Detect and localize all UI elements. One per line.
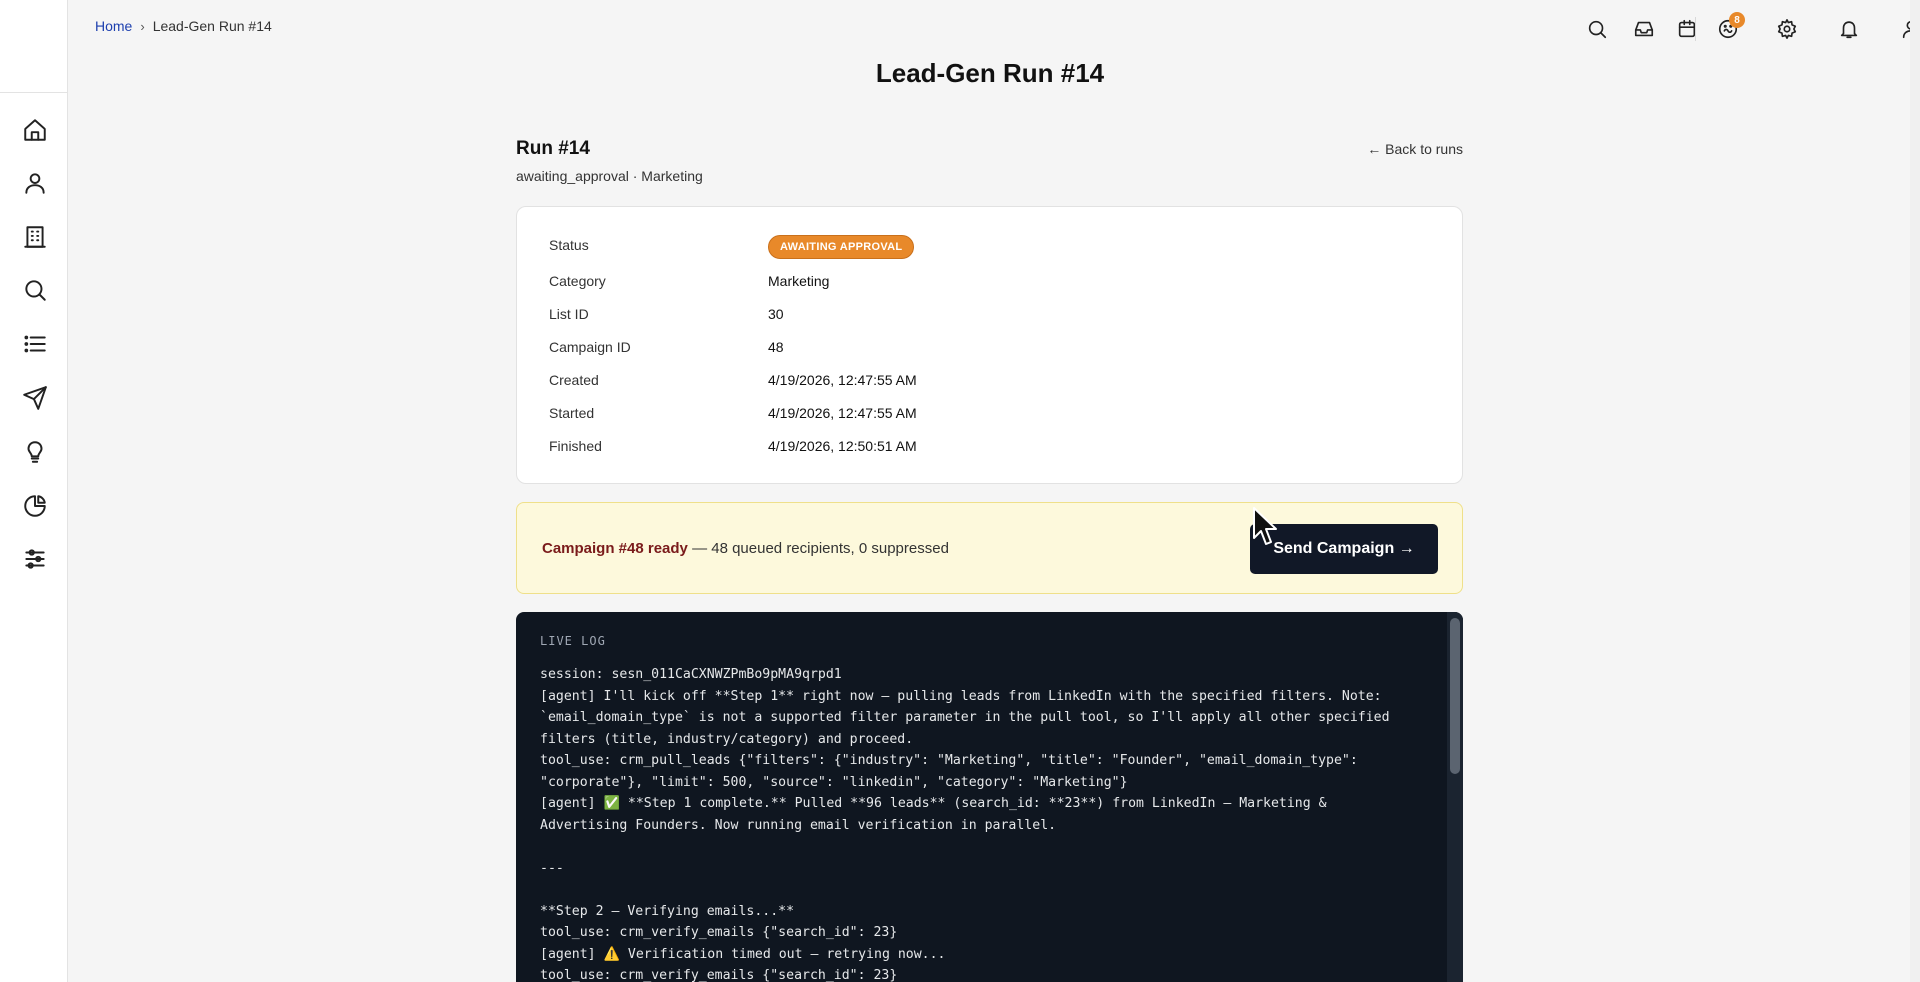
sidebar-item-settings[interactable] [20, 544, 50, 574]
detail-label: Started [549, 405, 595, 421]
sidebar-item-search[interactable] [20, 275, 50, 305]
sidebar-divider [0, 92, 68, 93]
detail-value: 30 [768, 306, 784, 322]
pie-chart-icon [24, 495, 46, 517]
detail-label: Campaign ID [549, 339, 631, 355]
breadcrumb-separator: › [140, 18, 145, 34]
status-label: Status [549, 237, 589, 253]
live-log-heading: LIVE LOG [540, 634, 606, 648]
banner-campaign-name: Campaign #48 ready [542, 540, 688, 557]
lightbulb-icon [27, 441, 43, 463]
detail-value: 4/19/2026, 12:47:55 AM [768, 372, 917, 388]
run-subtitle: awaiting_approval · Marketing [516, 168, 703, 184]
detail-value: 48 [768, 339, 784, 355]
live-log-panel: LIVE LOG session: sesn_011CaCXNWZPmBo9pM… [516, 612, 1463, 982]
bell-icon [1840, 21, 1858, 39]
breadcrumb-home-link[interactable]: Home [95, 18, 132, 34]
live-log-content: session: sesn_011CaCXNWZPmBo9pMA9qrpd1 [… [540, 667, 1390, 982]
global-search-button[interactable] [1582, 14, 1612, 44]
sidebar-item-home[interactable] [20, 115, 50, 145]
sidebar-item-lists[interactable] [20, 329, 50, 359]
page-scrollbar[interactable] [1910, 0, 1920, 982]
user-icon [25, 173, 45, 194]
campaign-ready-banner: Campaign #48 ready — 48 queued recipient… [516, 502, 1463, 594]
sidebar-item-companies[interactable] [20, 222, 50, 252]
detail-label: Category [549, 273, 606, 289]
sliders-icon [25, 549, 45, 569]
notification-count-badge: 8 [1729, 12, 1745, 28]
search-icon [25, 280, 46, 301]
inbox-button[interactable] [1629, 14, 1659, 44]
sidebar-item-campaigns[interactable] [20, 383, 50, 413]
send-icon [23, 386, 47, 410]
search-icon [1588, 20, 1607, 39]
sidebar [0, 0, 68, 982]
home-icon [24, 119, 46, 141]
settings-button[interactable] [1772, 14, 1802, 44]
sidebar-item-ideas[interactable] [20, 437, 50, 467]
detail-label: Finished [549, 438, 602, 454]
run-details-card: Status AWAITING APPROVAL Category Market… [516, 206, 1463, 484]
detail-value: Marketing [768, 273, 830, 289]
list-icon [24, 335, 46, 353]
toolbar-divider [1695, 17, 1696, 41]
detail-label: List ID [549, 306, 589, 322]
gear-icon [1777, 19, 1797, 39]
run-title: Run #14 [516, 138, 590, 159]
banner-recipient-summary: — 48 queued recipients, 0 suppressed [687, 540, 949, 557]
building-icon [24, 226, 46, 248]
detail-label: Created [549, 372, 599, 388]
sidebar-item-analytics[interactable] [20, 491, 50, 521]
log-scrollbar-track[interactable] [1447, 612, 1463, 982]
notifications-button[interactable] [1834, 14, 1864, 44]
breadcrumb-current: Lead-Gen Run #14 [152, 18, 272, 34]
breadcrumb: Home › Lead-Gen Run #14 [95, 18, 272, 34]
back-to-runs-link[interactable]: ← Back to runs [1367, 141, 1463, 157]
activity-button[interactable]: 8 [1713, 12, 1745, 44]
log-scrollbar-thumb[interactable] [1450, 618, 1460, 774]
detail-value: 4/19/2026, 12:50:51 AM [768, 438, 917, 454]
status-badge: AWAITING APPROVAL [768, 235, 915, 259]
detail-value: 4/19/2026, 12:47:55 AM [768, 405, 917, 421]
page-title: Lead-Gen Run #14 [875, 58, 1105, 88]
sidebar-item-contacts[interactable] [20, 168, 50, 198]
inbox-icon [1634, 21, 1654, 37]
send-campaign-button[interactable]: Send Campaign → [1250, 524, 1438, 574]
calendar-button[interactable] [1672, 14, 1702, 44]
banner-message: Campaign #48 ready — 48 queued recipient… [542, 540, 949, 557]
